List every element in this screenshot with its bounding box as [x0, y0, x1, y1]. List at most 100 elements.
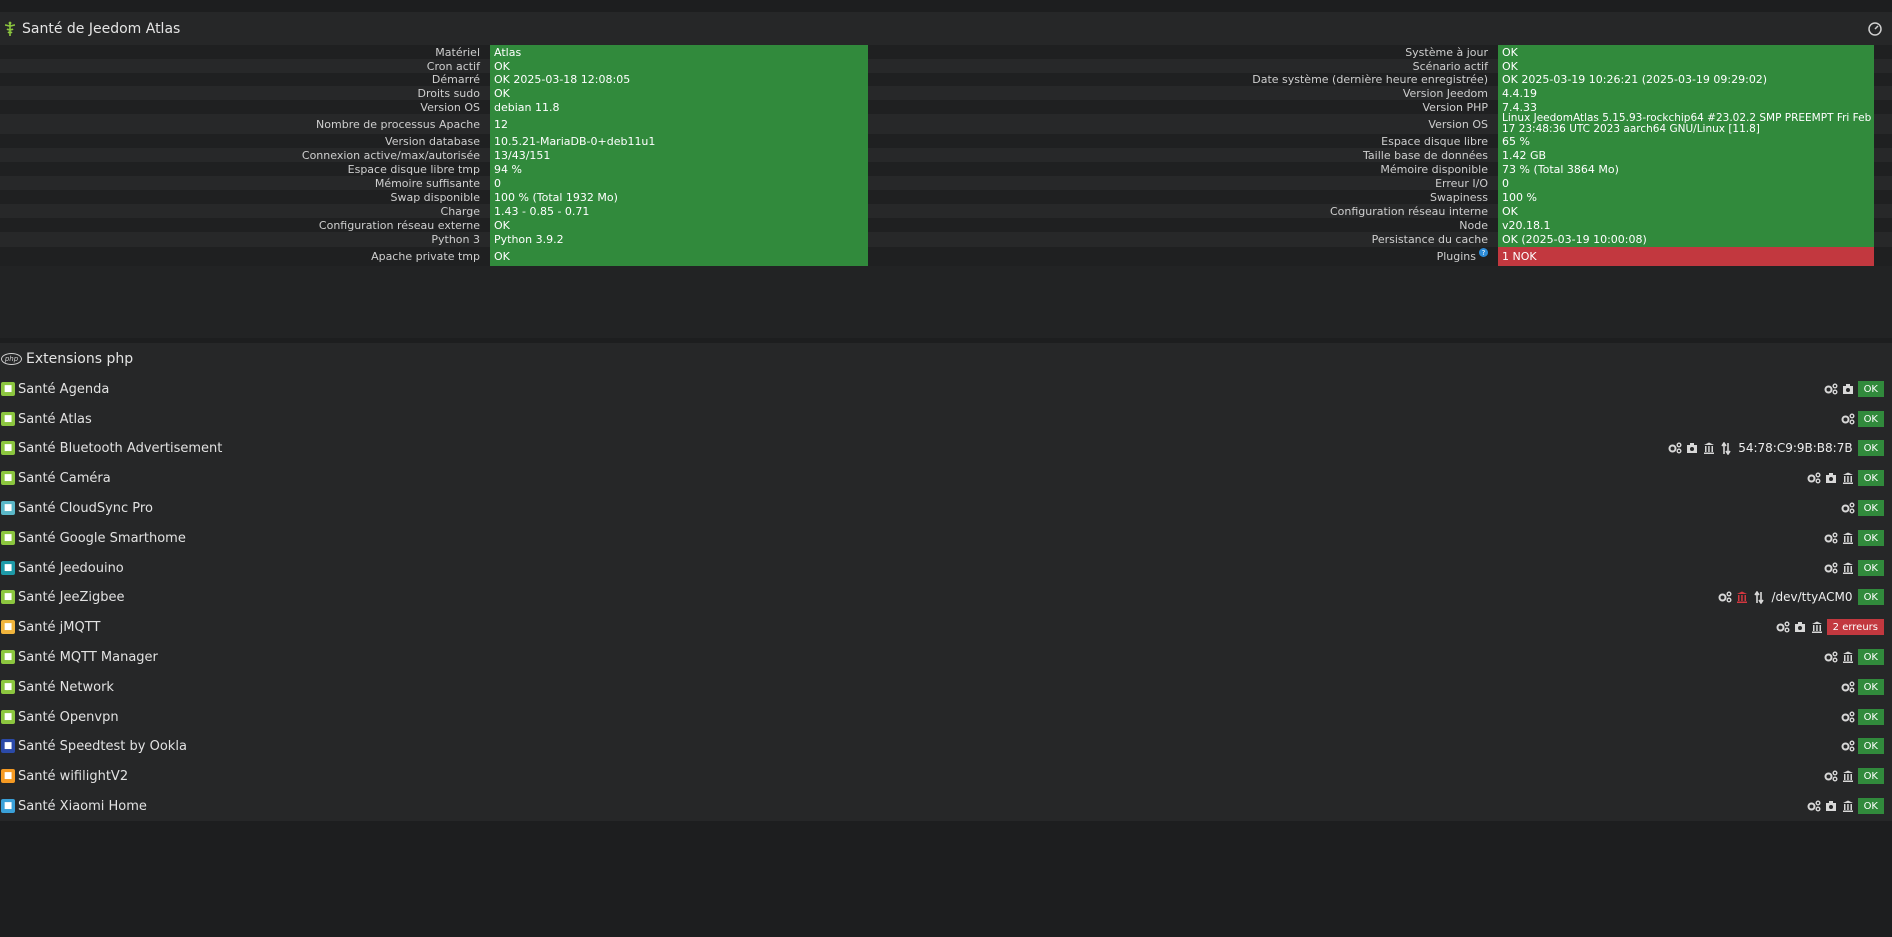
health-value: 4.4.19 — [1498, 86, 1874, 100]
bank-icon[interactable] — [1841, 650, 1855, 664]
health-row: Matériel Atlas Système à jour OK — [0, 45, 1892, 59]
gears-icon[interactable] — [1824, 531, 1838, 545]
camera-icon[interactable] — [1824, 799, 1838, 813]
health-value: OK — [1498, 204, 1874, 218]
gears-icon[interactable] — [1841, 412, 1855, 426]
health-label: Scénario actif — [868, 59, 1498, 73]
plugin-row[interactable]: ■ Santé Jeedouino OK — [0, 553, 1892, 583]
status-badge[interactable]: OK — [1857, 500, 1884, 516]
bank-icon[interactable] — [1841, 769, 1855, 783]
plugin-row[interactable]: ■ Santé Network OK — [0, 672, 1892, 702]
plugin-logo-icon: ■ — [1, 590, 15, 604]
plugin-name[interactable]: Santé Jeedouino — [18, 561, 124, 576]
plugin-row[interactable]: ■ Santé Agenda OK — [0, 374, 1892, 404]
gears-icon[interactable] — [1841, 680, 1855, 694]
camera-icon[interactable] — [1685, 441, 1699, 455]
gears-icon[interactable] — [1841, 501, 1855, 515]
plugin-name[interactable]: Santé Agenda — [18, 382, 109, 397]
status-badge[interactable]: 2 erreurs — [1826, 619, 1884, 635]
health-label: Apache private tmp — [371, 250, 480, 263]
gears-icon[interactable] — [1824, 769, 1838, 783]
plugin-name[interactable]: Santé Speedtest by Ookla — [18, 739, 187, 754]
camera-icon[interactable] — [1841, 382, 1855, 396]
health-value: v20.18.1 — [1498, 218, 1874, 232]
plugin-row[interactable]: ■ Santé jMQTT 2 erreurs — [0, 612, 1892, 642]
gears-icon[interactable] — [1824, 382, 1838, 396]
gears-icon[interactable] — [1824, 650, 1838, 664]
bank-icon[interactable] — [1810, 620, 1824, 634]
gears-icon[interactable] — [1718, 590, 1732, 604]
plugin-name[interactable]: Santé Atlas — [18, 412, 92, 427]
health-row: Droits sudo OK Version Jeedom 4.4.19 — [0, 86, 1892, 100]
plugin-port: /dev/ttyACM0 — [1771, 590, 1853, 604]
bank-icon[interactable] — [1841, 561, 1855, 575]
bank-icon[interactable] — [1841, 471, 1855, 485]
status-badge[interactable]: OK — [1857, 649, 1884, 665]
status-badge[interactable]: OK — [1857, 470, 1884, 486]
status-badge[interactable]: OK — [1857, 440, 1884, 456]
gears-icon[interactable] — [1824, 561, 1838, 575]
health-value: Linux JeedomAtlas 5.15.93-rockchip64 #23… — [1498, 113, 1874, 135]
plugin-row[interactable]: ■ Santé Bluetooth Advertisement 54:78:C9:9… — [0, 433, 1892, 463]
plugin-name[interactable]: Santé CloudSync Pro — [18, 501, 153, 516]
arrows-icon[interactable] — [1752, 590, 1766, 604]
health-label-text: Version PHP — [1422, 100, 1488, 114]
plugin-row[interactable]: ■ Santé JeeZigbee/dev/ttyACM0 OK — [0, 582, 1892, 612]
gears-icon[interactable] — [1841, 739, 1855, 753]
plugin-row[interactable]: ■ Santé wifilightV2 OK — [0, 761, 1892, 791]
plugin-name[interactable]: Santé jMQTT — [18, 620, 100, 635]
status-badge[interactable]: OK — [1857, 589, 1884, 605]
status-badge[interactable]: OK — [1857, 679, 1884, 695]
status-badge[interactable]: OK — [1857, 709, 1884, 725]
bank-icon[interactable] — [1702, 441, 1716, 455]
status-badge[interactable]: OK — [1857, 411, 1884, 427]
plugin-name[interactable]: Santé Caméra — [18, 471, 111, 486]
health-label-text: Configuration réseau interne — [1329, 204, 1488, 218]
plugin-name[interactable]: Santé JeeZigbee — [18, 590, 125, 605]
bank-icon[interactable] — [1735, 590, 1749, 604]
plugin-name[interactable]: Santé MQTT Manager — [18, 650, 158, 665]
plugin-row[interactable]: ■ Santé Google Smarthome OK — [0, 523, 1892, 553]
dashboard-gauge-icon[interactable] — [1868, 21, 1882, 36]
plugin-row[interactable]: ■ Santé MQTT Manager OK — [0, 642, 1892, 672]
health-label: Taille base de données — [868, 148, 1498, 162]
camera-icon[interactable] — [1824, 471, 1838, 485]
bank-icon[interactable] — [1841, 799, 1855, 813]
plugin-row[interactable]: ■ Santé Caméra OK — [0, 463, 1892, 493]
bank-icon[interactable] — [1841, 531, 1855, 545]
plugin-actions: OK — [1807, 798, 1884, 814]
arrows-icon[interactable] — [1719, 441, 1733, 455]
plugin-name[interactable]: Santé Google Smarthome — [18, 531, 186, 546]
plugin-row[interactable]: ■ Santé Speedtest by Ookla OK — [0, 731, 1892, 761]
plugin-row[interactable]: ■ Santé Atlas OK — [0, 404, 1892, 434]
plugin-row[interactable]: ■ Santé Openvpn OK — [0, 702, 1892, 732]
health-value: 100 % — [1498, 190, 1874, 204]
health-label: Connexion active/max/autorisée — [301, 148, 480, 162]
gears-icon[interactable] — [1807, 471, 1821, 485]
status-badge[interactable]: OK — [1857, 560, 1884, 576]
status-badge[interactable]: OK — [1857, 530, 1884, 546]
plugin-name[interactable]: Santé Bluetooth Advertisement — [18, 441, 222, 456]
plugin-row[interactable]: ■ Santé CloudSync Pro OK — [0, 493, 1892, 523]
plugin-row[interactable]: ■ Santé Xiaomi Home OK — [0, 791, 1892, 821]
help-icon[interactable]: ? — [1479, 248, 1488, 257]
plugin-logo-icon: ■ — [1, 769, 15, 783]
plugin-name[interactable]: Santé Network — [18, 680, 114, 695]
health-label: Python 3 — [431, 233, 480, 246]
gears-icon[interactable] — [1841, 710, 1855, 724]
status-badge[interactable]: OK — [1857, 798, 1884, 814]
plugin-name[interactable]: Santé wifilightV2 — [18, 769, 128, 784]
status-badge[interactable]: OK — [1857, 381, 1884, 397]
gears-icon[interactable] — [1776, 620, 1790, 634]
camera-icon[interactable] — [1793, 620, 1807, 634]
status-badge[interactable]: OK — [1857, 768, 1884, 784]
health-value: 73 % (Total 3864 Mo) — [1498, 162, 1874, 176]
gears-icon[interactable] — [1668, 441, 1682, 455]
health-label: Version PHP — [868, 100, 1498, 114]
plugin-name[interactable]: Santé Openvpn — [18, 710, 119, 725]
status-badge[interactable]: OK — [1857, 738, 1884, 754]
gears-icon[interactable] — [1807, 799, 1821, 813]
plugin-name[interactable]: Santé Xiaomi Home — [18, 799, 147, 814]
health-value: OK — [490, 218, 868, 232]
health-label: Date système (dernière heure enregistrée… — [868, 73, 1498, 86]
